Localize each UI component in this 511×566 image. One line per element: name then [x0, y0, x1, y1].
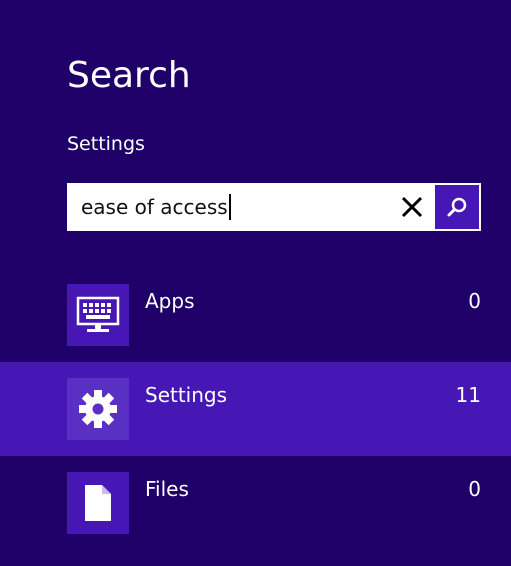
result-label: Files: [145, 477, 189, 501]
search-box[interactable]: [67, 183, 481, 231]
search-scope-label[interactable]: Settings: [67, 131, 145, 157]
charm-title: Search: [67, 55, 191, 96]
clear-search-button[interactable]: [392, 187, 432, 227]
result-settings[interactable]: Settings 11: [0, 362, 511, 456]
files-tile: [67, 472, 129, 534]
gear-icon: [79, 390, 117, 428]
search-go-button[interactable]: [435, 185, 479, 229]
result-apps[interactable]: Apps 0: [0, 268, 511, 362]
result-files[interactable]: Files 0: [0, 456, 511, 550]
apps-tile: [67, 284, 129, 346]
search-icon: [447, 197, 467, 217]
keyboard-icon: [76, 296, 120, 332]
search-input[interactable]: [81, 183, 381, 231]
result-count: 11: [455, 383, 481, 407]
result-count: 0: [468, 289, 481, 313]
document-icon: [85, 485, 111, 521]
settings-tile: [67, 378, 129, 440]
result-label: Settings: [145, 383, 228, 407]
close-icon: [401, 196, 423, 218]
search-charm: Search Settings ease of access Apps 0 Se…: [0, 0, 511, 566]
result-count: 0: [468, 477, 481, 501]
result-label: Apps: [145, 289, 195, 313]
search-results: Apps 0 Settings 11 Files 0: [0, 268, 511, 550]
text-caret: [229, 194, 231, 220]
